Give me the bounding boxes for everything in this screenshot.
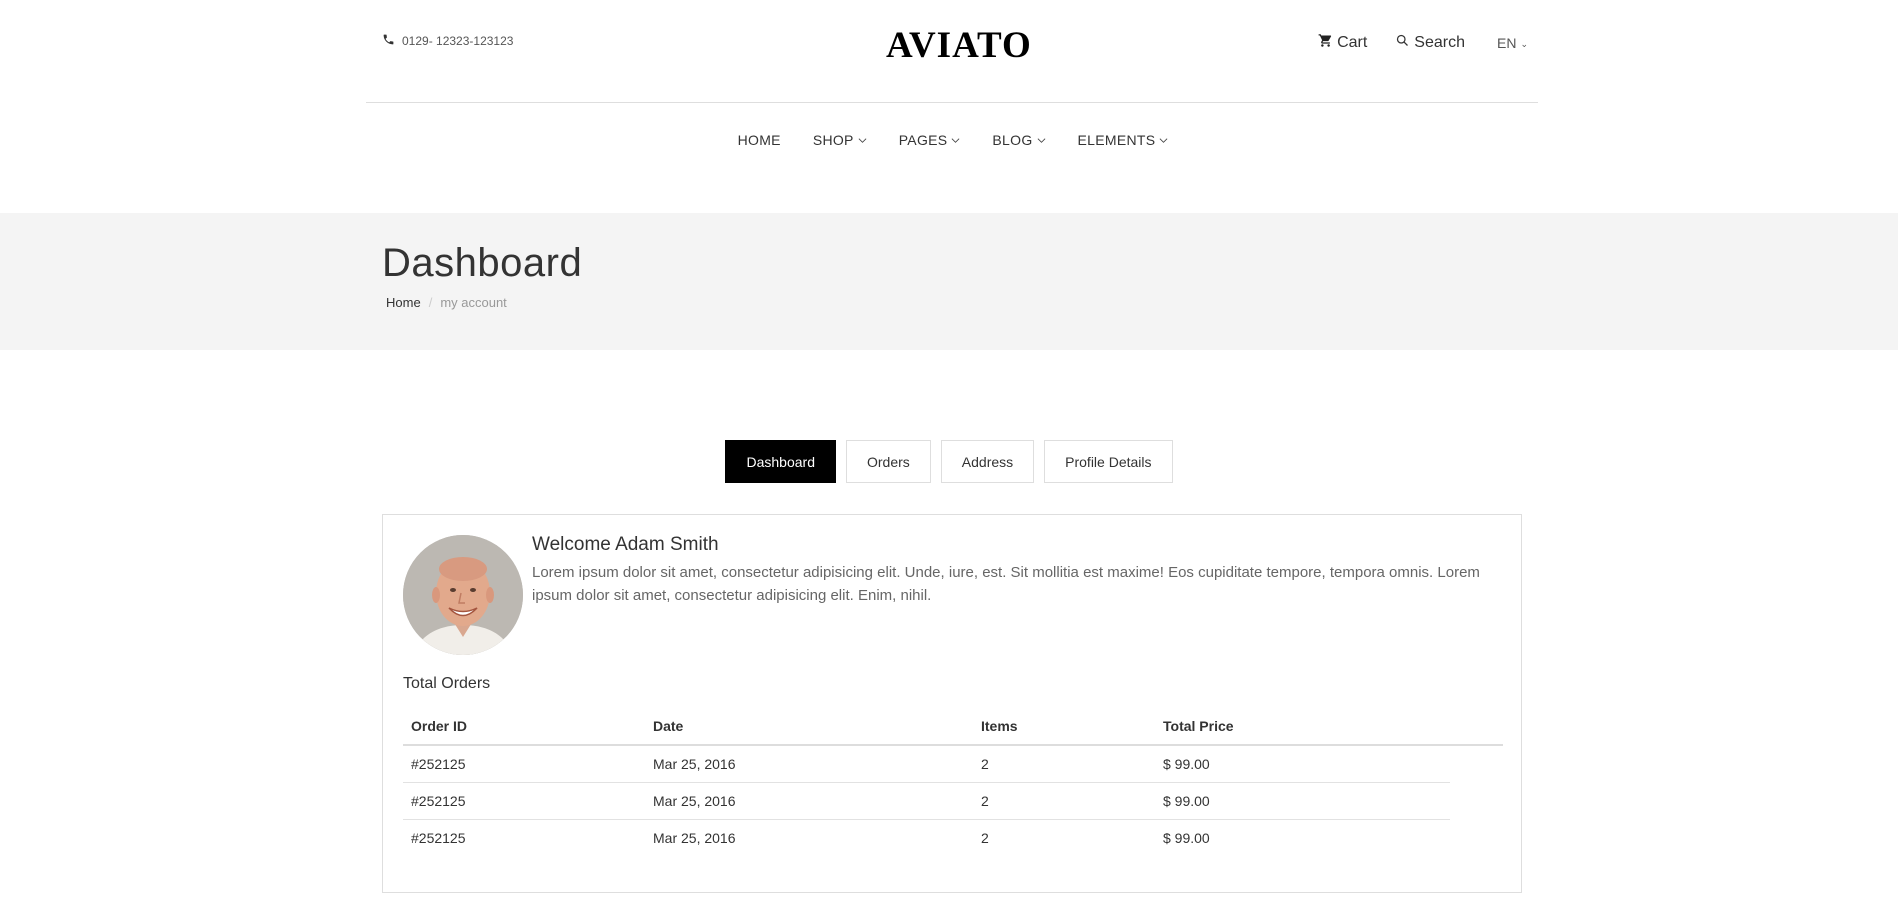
- chevron-down-icon: [858, 137, 867, 143]
- nav-label: PAGES: [898, 132, 948, 148]
- column-header-date: Date: [645, 708, 973, 746]
- language-selector[interactable]: EN ⌄: [1497, 35, 1528, 51]
- site-logo[interactable]: AVIATO: [886, 24, 1031, 67]
- orders-table: Order ID Date Items Total Price #252125 …: [403, 708, 1503, 856]
- tab-dashboard[interactable]: Dashboard: [725, 440, 836, 483]
- date-cell: Mar 25, 2016: [645, 745, 973, 783]
- order-id-cell: #252125: [411, 829, 466, 846]
- nav-item-home[interactable]: HOME: [738, 132, 781, 148]
- cart-link[interactable]: Cart: [1318, 33, 1367, 53]
- header-actions: Cart Search EN ⌄: [1318, 33, 1528, 53]
- table-row: #252125 Mar 25, 2016 2 $ 99.00: [403, 782, 1503, 820]
- account-tabs: Dashboard Orders Address Profile Details: [0, 440, 1898, 483]
- total-orders-heading: Total Orders: [403, 675, 491, 692]
- items-cell: 2: [973, 745, 1155, 783]
- avatar: [403, 535, 523, 655]
- nav-label: HOME: [737, 132, 781, 148]
- phone-icon: [382, 33, 395, 49]
- spacer-cell: [1450, 819, 1503, 856]
- chevron-down-icon: ⌄: [1520, 38, 1528, 49]
- tab-profile-details[interactable]: Profile Details: [1044, 440, 1173, 483]
- welcome-title: Welcome Adam Smith: [532, 534, 719, 555]
- welcome-text: Lorem ipsum dolor sit amet, consectetur …: [532, 564, 1480, 604]
- chevron-down-icon: [951, 137, 960, 143]
- spacer-cell: [1450, 782, 1503, 819]
- search-icon: [1395, 33, 1410, 53]
- items-cell: 2: [973, 782, 1155, 820]
- column-header-order-id: Order ID: [403, 708, 645, 746]
- top-bar: 0129- 12323-123123 AVIATO Cart Search EN…: [366, 0, 1538, 103]
- nav-label: SHOP: [812, 132, 854, 148]
- table-row: #252125 Mar 25, 2016 2 $ 99.00: [403, 819, 1503, 856]
- chevron-down-icon: [1159, 137, 1168, 143]
- phone-number: 0129- 12323-123123: [402, 34, 514, 48]
- language-label: EN: [1497, 35, 1517, 51]
- dashboard-panel: Welcome Adam Smith Lorem ipsum dolor sit…: [382, 514, 1522, 893]
- nav-item-blog[interactable]: BLOG: [992, 132, 1045, 148]
- order-id-cell: #252125: [403, 745, 645, 783]
- date-cell: Mar 25, 2016: [645, 782, 973, 820]
- breadcrumb-current: my account: [440, 295, 507, 310]
- nav-label: BLOG: [992, 132, 1033, 148]
- page-header: Dashboard Home / my account: [0, 213, 1898, 350]
- items-cell: 2: [981, 829, 989, 846]
- breadcrumb-separator: /: [428, 295, 433, 310]
- spacer-cell: [1450, 745, 1503, 782]
- order-id-cell: #252125: [403, 782, 645, 820]
- nav-item-shop[interactable]: SHOP: [813, 132, 867, 148]
- phone-contact: 0129- 12323-123123: [382, 33, 513, 49]
- table-header-row: Order ID Date Items Total Price: [403, 708, 1503, 746]
- breadcrumb: Home / my account: [386, 295, 507, 310]
- nav-item-elements[interactable]: ELEMENTS: [1078, 132, 1169, 148]
- column-header-total-price: Total Price: [1155, 708, 1450, 746]
- welcome-section: Welcome Adam Smith Lorem ipsum dolor sit…: [532, 534, 1502, 607]
- breadcrumb-home-link[interactable]: Home: [386, 295, 421, 310]
- date-cell: Mar 25, 2016: [653, 829, 736, 846]
- column-header-items: Items: [973, 708, 1155, 746]
- cart-icon: [1318, 33, 1333, 53]
- tab-address[interactable]: Address: [940, 440, 1035, 483]
- total-price-cell: $ 99.00: [1163, 829, 1210, 846]
- nav-item-pages[interactable]: PAGES: [899, 132, 961, 148]
- main-nav: HOME SHOP PAGES BLOG ELEMENTS: [0, 132, 1898, 148]
- total-price-cell: $ 99.00: [1155, 782, 1450, 820]
- search-link[interactable]: Search: [1395, 33, 1465, 53]
- page-title: Dashboard: [382, 241, 583, 285]
- search-label: Search: [1414, 34, 1465, 51]
- chevron-down-icon: [1037, 137, 1045, 143]
- tab-orders[interactable]: Orders: [845, 440, 931, 483]
- total-price-cell: $ 99.00: [1155, 745, 1450, 783]
- cart-label: Cart: [1337, 34, 1368, 51]
- nav-label: ELEMENTS: [1077, 132, 1156, 148]
- table-row: #252125 Mar 25, 2016 2 $ 99.00: [403, 745, 1503, 783]
- column-header-spacer: [1450, 708, 1503, 746]
